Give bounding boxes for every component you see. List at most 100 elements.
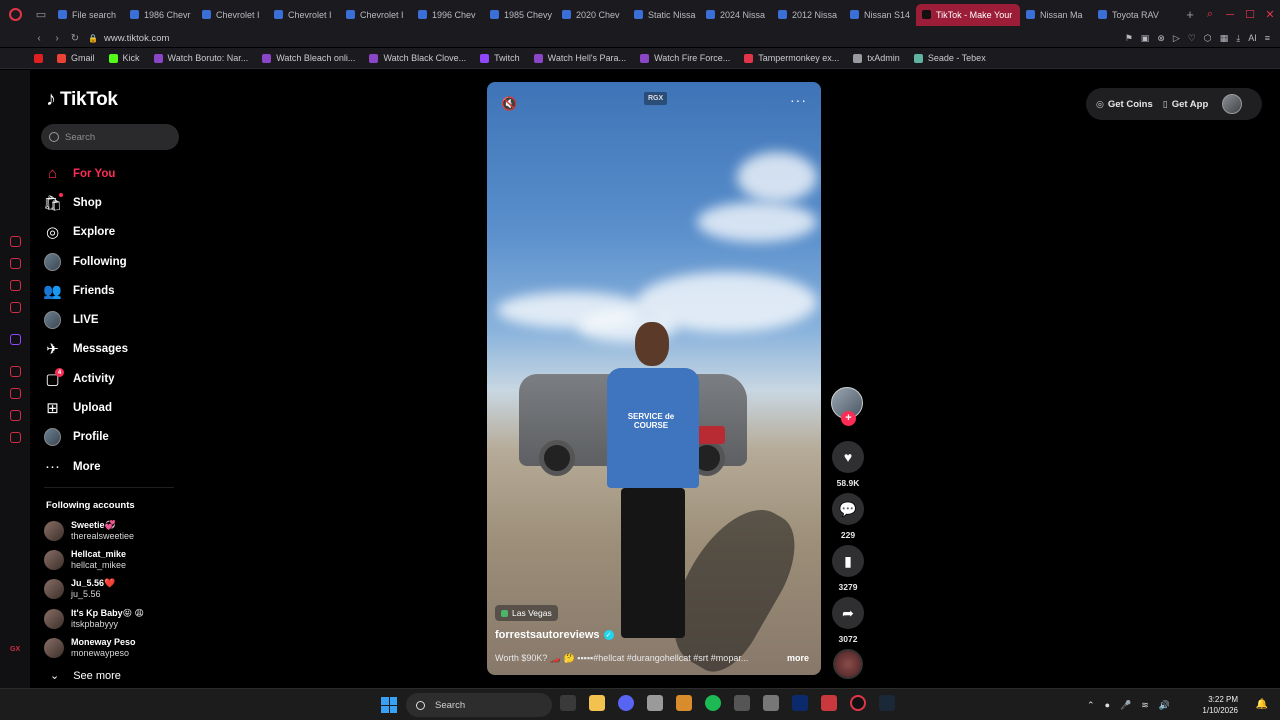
youtube-bookmark-icon[interactable] [34, 53, 43, 63]
browser-tab[interactable]: 1985 Chevy [484, 4, 556, 26]
nav-item-more[interactable]: ··· More [44, 452, 184, 481]
wifi-icon[interactable]: ≋ [1141, 700, 1149, 711]
notepad-icon[interactable] [763, 695, 779, 711]
browser-tab[interactable]: 2024 Nissa [700, 4, 772, 26]
user-avatar[interactable] [1222, 94, 1243, 114]
maximize-button[interactable]: ☐ [1240, 8, 1260, 21]
back-button[interactable]: ‹ [30, 33, 48, 44]
discord-icon[interactable] [618, 695, 634, 711]
opera-logo-icon[interactable] [0, 0, 30, 29]
nav-item-profile[interactable]: Profile [44, 423, 184, 452]
get-coins-button[interactable]: ◎ Get Coins [1096, 99, 1153, 110]
aria-ai-button[interactable]: AI [1248, 33, 1257, 43]
snapshot-icon[interactable]: ▣ [1141, 33, 1150, 44]
bookmark-item[interactable]: Twitch [480, 53, 520, 63]
sidebar-refresh-icon[interactable] [10, 236, 21, 247]
search-input[interactable]: Search [41, 124, 179, 150]
browser-tab[interactable]: 2012 Nissa [772, 4, 844, 26]
get-app-button[interactable]: ▯ Get App [1163, 99, 1209, 110]
caption-more-button[interactable]: more [787, 653, 809, 663]
app-pen-icon[interactable] [821, 695, 837, 711]
url-field[interactable]: www.tiktok.com [104, 33, 169, 44]
following-account[interactable]: Ju_5.56❤️ ju_5.56 [44, 575, 144, 604]
like-button[interactable]: ♥ [832, 441, 864, 473]
nav-item-messages[interactable]: ✈ Messages [44, 335, 184, 364]
minimize-button[interactable]: ─ [1220, 9, 1240, 21]
bookmark-item[interactable]: Watch Black Clove... [369, 53, 466, 63]
browser-tab[interactable]: 2020 Chev [556, 4, 628, 26]
save-button[interactable]: ▮ [832, 545, 864, 577]
menu-icon[interactable]: ≡ [1265, 33, 1270, 43]
bookmark-item[interactable]: Watch Boruto: Nar... [153, 53, 248, 63]
xbox-icon[interactable] [734, 695, 750, 711]
browser-tab[interactable]: Static Nissa [628, 4, 700, 26]
task-view-icon[interactable] [560, 695, 576, 711]
nav-item-for-you[interactable]: ⌂ For You [44, 159, 184, 188]
search-tabs-icon[interactable]: ⌕ [1200, 8, 1220, 21]
following-account[interactable]: Sweetie💞 therealsweetiee [44, 516, 144, 545]
bookmark-item[interactable]: Gmail [57, 53, 95, 63]
share-button[interactable]: ➦ [832, 597, 864, 629]
sidebar-twitch-icon[interactable] [10, 334, 21, 345]
nav-item-friends[interactable]: 👥 Friends [43, 276, 184, 305]
download-icon[interactable]: ⤓ [1236, 33, 1240, 44]
spotify-icon[interactable] [705, 695, 721, 711]
bookmark-item[interactable]: Watch Bleach onli... [262, 53, 355, 63]
taskbar-clock[interactable]: 3:22 PM 1/10/2026 [1202, 694, 1238, 716]
reload-button[interactable]: ↻ [66, 33, 84, 44]
nav-item-upload[interactable]: ⊞ Upload [44, 393, 184, 422]
browser-tab[interactable]: Nissan Ma [1020, 4, 1092, 26]
nav-item-explore[interactable]: ◎ Explore [44, 218, 184, 247]
browser-tab[interactable]: 1986 Chevr [124, 4, 196, 26]
video-author[interactable]: forrestsautoreviews ✓ [495, 629, 614, 641]
sidebar-messenger-icon[interactable] [10, 280, 21, 291]
nav-item-live[interactable]: LIVE [44, 305, 184, 334]
video-player[interactable]: SERVICE de COURSE 🔇 RGX ··· Las Vegas fo… [487, 82, 821, 675]
photoshop-icon[interactable] [792, 695, 808, 711]
bookmark-item[interactable]: txAdmin [853, 53, 900, 63]
browser-tab[interactable]: Chevrolet I [196, 4, 268, 26]
video-options-icon[interactable]: ··· [790, 92, 807, 108]
follow-plus-icon[interactable]: + [841, 411, 856, 426]
tray-app-icon[interactable]: ● [1105, 700, 1110, 710]
sidebar-chat-icon[interactable] [10, 410, 21, 421]
opera-gx-icon[interactable] [850, 695, 866, 711]
sidebar-mail-icon[interactable] [10, 302, 21, 313]
music-disc[interactable] [833, 649, 863, 679]
browser-tab[interactable]: Chevrolet I [340, 4, 412, 26]
extensions-icon[interactable]: ⬡ [1204, 33, 1212, 44]
browser-tab[interactable]: Chevrolet I [268, 4, 340, 26]
browser-tab[interactable]: File search [52, 4, 124, 26]
tab-menu-icon[interactable]: ▭ [30, 0, 52, 29]
following-account[interactable]: Hellcat_mike hellcat_mikee [44, 545, 144, 574]
nav-item-shop[interactable]: 🛍 Shop [43, 188, 184, 217]
microphone-icon[interactable]: 🎤 [1120, 700, 1131, 711]
player-icon[interactable]: ▷ [1173, 33, 1180, 44]
taskbar-search[interactable]: Search [406, 693, 552, 717]
browser-tab[interactable]: TikTok - Make Your [916, 3, 1020, 26]
browser-tab[interactable]: Toyota RAV [1092, 4, 1164, 26]
tray-chevron-icon[interactable]: ⌃ [1087, 700, 1095, 711]
sidebar-history-icon[interactable] [10, 388, 21, 399]
comment-button[interactable]: 💬 [832, 493, 864, 525]
steam-icon[interactable] [879, 695, 895, 711]
app-a-icon[interactable] [676, 695, 692, 711]
tiktok-logo[interactable]: ♪ TikTok [46, 88, 118, 111]
sidebar-settings-icon[interactable] [10, 432, 21, 443]
volume-icon[interactable]: 🔊 [1159, 700, 1170, 711]
bookmark-item[interactable]: Kick [108, 53, 140, 63]
profile-icon[interactable]: ▦ [1220, 33, 1229, 44]
notifications-icon[interactable]: 🔔 [1256, 699, 1268, 710]
bookmark-item[interactable]: Watch Hell's Para... [533, 53, 626, 63]
browser-tab[interactable]: 1996 Chev [412, 4, 484, 26]
sidebar-bag-icon[interactable] [10, 258, 21, 269]
location-tag[interactable]: Las Vegas [495, 605, 558, 621]
nav-item-activity[interactable]: ▢ 4 Activity [44, 364, 184, 393]
nav-item-following[interactable]: Following [44, 247, 184, 276]
sidebar-gx-icon[interactable]: GX [10, 646, 21, 657]
browser-tab[interactable]: Nissan S14 [844, 4, 916, 26]
file-explorer-icon[interactable] [589, 695, 605, 711]
mute-icon[interactable]: 🔇 [501, 96, 517, 112]
following-account[interactable]: Moneway Peso monewaypeso [44, 633, 144, 662]
close-button[interactable]: ✕ [1260, 8, 1280, 21]
